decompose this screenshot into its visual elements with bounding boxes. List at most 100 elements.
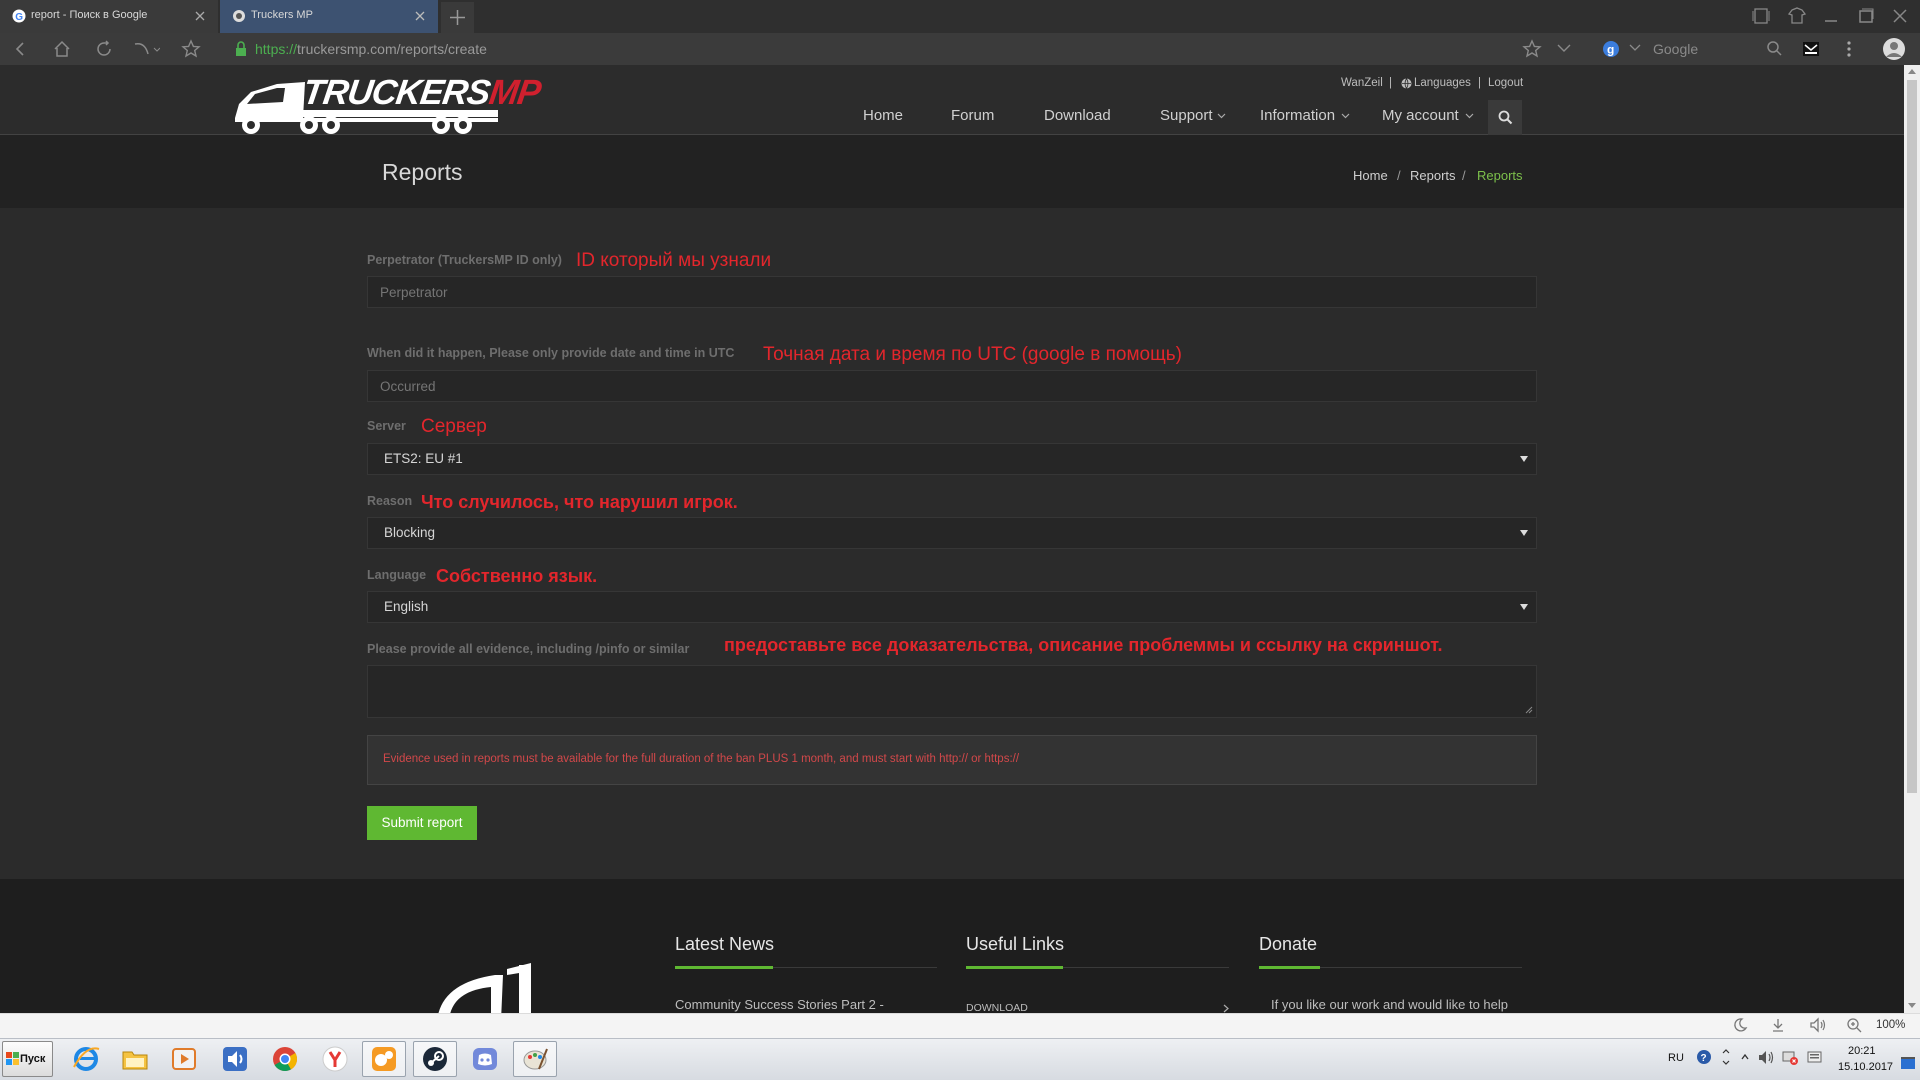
night-mode-moon-icon[interactable] — [1732, 1017, 1748, 1033]
help-icon[interactable]: ? — [1696, 1049, 1712, 1065]
breadcrumb-current: Reports — [1477, 168, 1523, 183]
logout-link[interactable]: Logout — [1488, 77, 1523, 89]
start-button[interactable]: Пуск — [2, 1041, 53, 1077]
google-favicon-icon: G — [12, 9, 26, 23]
back-icon[interactable] — [12, 41, 28, 57]
nav-my-account[interactable]: My account — [1382, 107, 1459, 124]
taskbar-active-app[interactable] — [362, 1041, 406, 1077]
extensions-icon[interactable] — [1788, 7, 1806, 25]
mail-icon[interactable] — [1802, 40, 1820, 58]
scrollbar-thumb[interactable] — [1907, 80, 1917, 793]
chevron-down-icon[interactable] — [1629, 44, 1641, 52]
svg-text:g: g — [1607, 43, 1614, 57]
browser-tab-truckersmp[interactable]: Truckers MP — [220, 0, 438, 33]
action-center-icon[interactable] — [1807, 1050, 1823, 1065]
chevron-down-icon[interactable] — [1556, 43, 1572, 53]
truckersmp-logo[interactable]: TRUCKERSMP — [233, 73, 543, 136]
nav-forum[interactable]: Forum — [951, 107, 994, 124]
evidence-textarea[interactable] — [367, 665, 1537, 718]
languages-link[interactable]: Languages — [1414, 77, 1471, 89]
chevron-down-icon[interactable] — [1465, 113, 1474, 119]
taskbar-yandex-browser[interactable] — [313, 1041, 357, 1077]
evidence-annotation: предоставьте все доказательства, описани… — [724, 635, 1443, 655]
taskbar-internet-explorer[interactable] — [64, 1041, 108, 1077]
show-desktop-icon[interactable] — [1900, 1056, 1916, 1070]
search-box[interactable]: Google — [1653, 41, 1698, 57]
history-back-icon[interactable] — [132, 40, 160, 58]
show-hidden-icons-chevron-icon[interactable] — [1740, 1050, 1750, 1064]
close-window-icon[interactable] — [1892, 8, 1908, 24]
taskbar-file-explorer[interactable] — [113, 1041, 157, 1077]
taskbar-media-player[interactable] — [162, 1041, 206, 1077]
scroll-up-arrow-icon[interactable] — [1907, 68, 1917, 75]
google-search-engine-icon[interactable]: g — [1602, 40, 1620, 58]
clock-time[interactable]: 20:21 — [1848, 1045, 1876, 1057]
reason-select[interactable]: Blocking — [367, 517, 1537, 549]
nav-my-account-label: My account — [1382, 107, 1459, 124]
footer-heading-underline — [966, 966, 1063, 969]
close-tab-icon[interactable] — [414, 10, 426, 22]
minimize-window-icon[interactable] — [1823, 8, 1839, 24]
breadcrumb-reports[interactable]: Reports — [1410, 168, 1456, 183]
chevron-down-icon — [1520, 456, 1528, 462]
url-field[interactable]: https://truckersmp.com/reports/create — [255, 41, 487, 57]
chevron-down-icon[interactable] — [1341, 113, 1350, 119]
media-player-icon — [171, 1046, 197, 1072]
sound-icon[interactable] — [1809, 1017, 1827, 1033]
lock-icon[interactable] — [234, 41, 248, 57]
footer-logo — [435, 961, 545, 1013]
footer-donate-heading: Donate — [1259, 934, 1318, 954]
perpetrator-input[interactable] — [367, 276, 1537, 308]
footer-news-item[interactable]: Community Success Stories Part 2 - — [675, 997, 884, 1012]
nav-information[interactable]: Information — [1260, 107, 1335, 124]
taskbar-steam[interactable] — [413, 1041, 457, 1077]
occurred-input[interactable] — [367, 370, 1537, 402]
taskbar-audio-app[interactable] — [213, 1041, 257, 1077]
taskbar-discord[interactable] — [463, 1041, 507, 1077]
submit-report-button[interactable]: Submit report — [367, 806, 477, 840]
reason-label: Reason — [367, 494, 413, 508]
svg-text:?: ? — [1701, 1053, 1707, 1064]
breadcrumb-home[interactable]: Home — [1353, 168, 1388, 183]
keyboard-layout-icon[interactable] — [1721, 1047, 1731, 1067]
perpetrator-label: Perpetrator (TruckersMP ID only) — [367, 253, 562, 267]
nav-search-button[interactable] — [1488, 100, 1522, 135]
server-select-value: ETS2: EU #1 — [384, 451, 463, 466]
profile-avatar-icon[interactable] — [1882, 37, 1906, 61]
server-select[interactable]: ETS2: EU #1 — [367, 443, 1537, 475]
maximize-window-icon[interactable] — [1858, 8, 1874, 24]
taskbar-chrome[interactable] — [263, 1041, 307, 1077]
home-icon[interactable] — [53, 40, 71, 58]
new-tab-button[interactable] — [441, 2, 474, 33]
network-error-icon[interactable] — [1782, 1050, 1798, 1065]
download-icon[interactable] — [1770, 1017, 1786, 1033]
bookmark-star-icon[interactable] — [181, 39, 201, 59]
search-icon[interactable] — [1766, 40, 1783, 57]
resize-handle-icon[interactable] — [1525, 706, 1533, 714]
nav-home[interactable]: Home — [863, 107, 903, 124]
tabs-overview-icon[interactable] — [1752, 8, 1770, 24]
clock-date[interactable]: 15.10.2017 — [1838, 1061, 1893, 1073]
close-tab-icon[interactable] — [194, 10, 206, 22]
zoom-level[interactable]: 100% — [1876, 1019, 1905, 1031]
reload-icon[interactable] — [95, 40, 113, 58]
nav-support[interactable]: Support — [1160, 107, 1213, 124]
username-link[interactable]: WanZeil — [1341, 77, 1383, 89]
zoom-icon[interactable] — [1846, 1017, 1862, 1033]
input-language-indicator[interactable]: RU — [1668, 1052, 1684, 1064]
evidence-notice-text: Evidence used in reports must be availab… — [383, 753, 1020, 765]
menu-dots-icon[interactable] — [1845, 40, 1853, 58]
browser-tab-google[interactable]: G report - Поиск в Google — [0, 0, 218, 33]
bookmark-page-star-icon[interactable] — [1522, 39, 1542, 59]
chevron-right-icon[interactable] — [1223, 1004, 1229, 1013]
nav-download[interactable]: Download — [1044, 107, 1111, 124]
taskbar-paint-app[interactable] — [513, 1041, 557, 1077]
volume-icon[interactable] — [1758, 1050, 1774, 1065]
scroll-down-arrow-icon[interactable] — [1907, 1002, 1917, 1009]
perpetrator-annotation: ID который мы узнали — [576, 250, 772, 271]
language-select[interactable]: English — [367, 591, 1537, 623]
footer-heading-underline — [675, 966, 773, 969]
reason-select-value: Blocking — [384, 525, 436, 540]
footer-useful-links-heading: Useful Links — [966, 934, 1065, 954]
chevron-down-icon[interactable] — [1217, 113, 1226, 119]
